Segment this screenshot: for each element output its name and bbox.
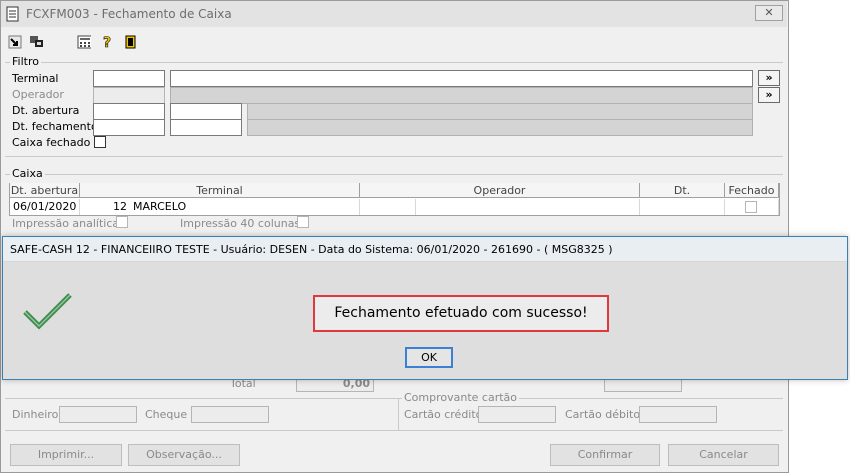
row-fechado-checkbox[interactable] [745, 201, 757, 213]
dt-fechamento-input[interactable] [93, 119, 165, 136]
cheque-input [191, 406, 269, 423]
caixa-fechado-label: Caixa fechado [12, 136, 91, 149]
hr-fechamento-input[interactable] [170, 119, 242, 136]
col-terminal[interactable]: Terminal [80, 183, 360, 198]
dialog-body: Fechamento efetuado com sucesso! OK [3, 262, 847, 379]
impressao-analitica-label: Impressão analítica [12, 217, 120, 230]
dinheiro-label: Dinheiro [12, 408, 59, 421]
dialog-title-bar: SAFE-CASH 12 - FINANCEIIRO TESTE - Usuár… [3, 237, 847, 262]
terminal-code-input[interactable] [93, 70, 165, 87]
impressao-40-label: Impressão 40 colunas [180, 217, 301, 230]
cancelar-button[interactable]: Cancelar [668, 444, 779, 466]
svg-text:?: ? [103, 35, 111, 49]
observacao-button[interactable]: Observação... [128, 444, 240, 466]
operador-label: Operador [12, 88, 64, 101]
dialog-title: SAFE-CASH 12 - FINANCEIIRO TESTE - Usuár… [10, 243, 613, 256]
impressao-40-checkbox[interactable] [297, 216, 309, 228]
cheque-label: Cheque [145, 408, 188, 421]
ok-button[interactable]: OK [405, 347, 453, 368]
dt-abertura-input[interactable] [93, 103, 165, 120]
operador-lookup-button[interactable]: » [758, 87, 780, 103]
row-dt-abertura[interactable]: 06/01/2020 [10, 199, 80, 215]
row-operador-name[interactable] [416, 199, 640, 215]
cartao-debito-label: Cartão débito [565, 408, 641, 421]
terminal-name-input[interactable] [170, 70, 753, 87]
message-dialog: SAFE-CASH 12 - FINANCEIIRO TESTE - Usuár… [2, 236, 848, 380]
col-operador[interactable]: Operador [360, 183, 640, 198]
comprovante-title: Comprovante cartão [402, 391, 520, 404]
cartao-credito-label: Cartão crédito [404, 408, 483, 421]
impressao-analitica-checkbox[interactable] [116, 216, 128, 228]
row-operador-code[interactable] [360, 199, 416, 215]
dt-fechamento-desc [247, 119, 753, 136]
cartao-debito-input [639, 406, 717, 423]
arrow-exit-icon[interactable] [8, 35, 22, 49]
help-icon[interactable]: ? [102, 35, 116, 49]
caixa-title: Caixa [10, 167, 45, 180]
operador-code-input [93, 87, 165, 104]
dialog-message: Fechamento efetuado com sucesso! [313, 295, 609, 332]
caixa-group [5, 174, 783, 175]
col-fechado[interactable]: Fechado [725, 183, 779, 198]
calculator-icon[interactable] [77, 35, 91, 49]
col-dt-fechamento[interactable]: Dt. fechamento [640, 183, 725, 212]
row-terminal-name[interactable]: MARCELO [130, 199, 360, 215]
confirmar-button[interactable]: Confirmar [550, 444, 660, 466]
window-title: FCXFM003 - Fechamento de Caixa [26, 7, 232, 21]
checkmark-icon [23, 293, 72, 330]
col-dt-abertura[interactable]: Dt. abertura [10, 183, 80, 198]
document-icon [6, 6, 19, 22]
hr-abertura-input[interactable] [170, 103, 242, 120]
dt-abertura-label: Dt. abertura [12, 104, 80, 117]
terminal-label: Terminal [12, 72, 59, 85]
cartao-credito-input [478, 406, 556, 423]
dinheiro-input [59, 406, 137, 423]
caixa-fechado-checkbox[interactable] [94, 136, 106, 148]
dt-fechamento-label: Dt. fechamento [12, 120, 98, 133]
row-dt-fechamento[interactable] [640, 199, 725, 215]
dt-abertura-desc [247, 103, 753, 120]
terminal-lookup-button[interactable]: » [758, 70, 780, 86]
operador-name-input [170, 87, 753, 104]
door-exit-icon[interactable] [124, 35, 138, 49]
row-terminal-num[interactable]: 12 [80, 199, 130, 215]
windows-icon[interactable] [29, 35, 43, 49]
imprimir-button[interactable]: Imprimir... [10, 444, 122, 466]
close-button[interactable]: ✕ [755, 5, 783, 21]
